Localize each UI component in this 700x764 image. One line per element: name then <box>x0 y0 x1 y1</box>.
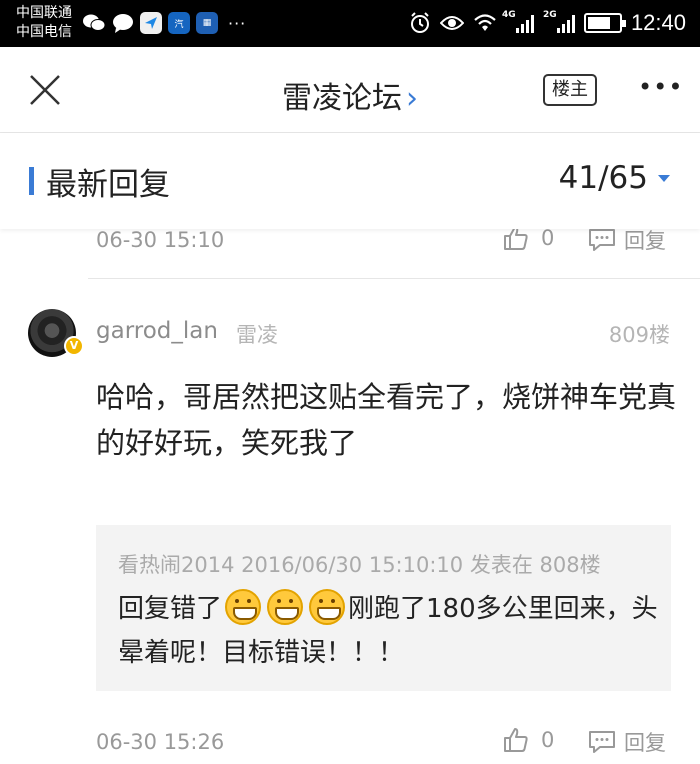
post-meta: 06-30 15:26 0 回复 <box>0 724 700 764</box>
post-time: 06-30 15:26 <box>96 730 225 754</box>
page-counter: 41/65 <box>558 160 648 196</box>
comment-icon <box>589 229 615 251</box>
like-count: 0 <box>541 226 555 250</box>
like-count: 0 <box>541 728 555 752</box>
top-nav-bar: 雷凌论坛 › 楼主 ••• <box>0 47 700 133</box>
quoted-reply: 看热闹2014 2016/06/30 15:10:10 发表在 808楼 回复错… <box>96 525 671 691</box>
quote-text: 回复错了 刚跑了180多公里回来，头晕着呢！目标错误！！！ <box>118 587 658 675</box>
more-menu-button[interactable]: ••• <box>638 75 682 105</box>
reply-button[interactable]: 回复 <box>588 727 666 757</box>
post-time: 06-30 15:10 <box>96 228 225 252</box>
grin-emoji-icon <box>225 589 262 625</box>
signal-icon-2: 2G <box>543 10 575 33</box>
page-selector[interactable]: 41/65 <box>559 160 670 196</box>
message-icon <box>113 14 133 33</box>
navigation-app-icon <box>140 12 162 34</box>
grin-emoji-icon <box>309 589 346 625</box>
reply-button[interactable]: 回复 <box>588 225 666 255</box>
notification-icons: 汽 ▦ ··· <box>82 12 246 34</box>
carrier-1: 中国联通 <box>16 5 72 21</box>
section-title: 最新回复 <box>46 167 170 203</box>
wifi-icon <box>474 14 496 31</box>
app-icon: ▦ <box>196 12 218 34</box>
network-type-1: 4G <box>501 10 516 20</box>
carrier-info: 中国联通 中国电信 <box>16 4 72 42</box>
forum-title: 雷凌论坛 <box>282 81 402 116</box>
dropdown-triangle-icon <box>658 174 670 182</box>
status-bar: 中国联通 中国电信 汽 ▦ ··· 4G 2G 12:40 <box>0 0 700 47</box>
post-content: 哈哈，哥居然把这贴全看完了，烧饼神车党真的好好玩，笑死我了 <box>96 380 677 460</box>
signal-icon: 4G <box>502 10 534 33</box>
eye-icon <box>439 16 464 30</box>
username[interactable]: garrod_lan <box>96 318 218 344</box>
battery-fill <box>587 17 611 29</box>
section-accent-bar <box>29 167 34 195</box>
grin-emoji-icon <box>267 589 304 625</box>
owner-only-button[interactable]: 楼主 <box>543 74 597 106</box>
chevron-right-icon: › <box>406 81 418 116</box>
status-right: 4G 2G 12:40 <box>409 10 686 36</box>
carrier-2: 中国电信 <box>16 24 72 40</box>
clock: 12:40 <box>630 10 686 35</box>
thumbs-up-icon <box>504 728 528 752</box>
autohome-app-icon: 汽 <box>168 12 190 34</box>
like-button[interactable]: 0 <box>503 727 554 753</box>
user-tag: 雷凌 <box>236 323 278 347</box>
reply-label: 回复 <box>624 229 666 253</box>
post-divider <box>88 278 700 279</box>
battery-icon <box>583 13 626 33</box>
section-header: 最新回复 41/65 <box>0 133 700 229</box>
comment-icon <box>589 731 615 753</box>
wechat-icon <box>83 14 106 31</box>
floor-number: 809楼 <box>608 323 670 347</box>
quote-text-before: 回复错了 <box>118 594 223 624</box>
quote-meta: 看热闹2014 2016/06/30 15:10:10 发表在 808楼 <box>118 553 601 577</box>
reply-label: 回复 <box>624 731 666 755</box>
verified-badge-icon: V <box>64 336 84 356</box>
network-type-2: 2G <box>542 10 557 20</box>
alarm-icon <box>410 12 429 33</box>
more-dots-icon: ··· <box>228 13 247 33</box>
